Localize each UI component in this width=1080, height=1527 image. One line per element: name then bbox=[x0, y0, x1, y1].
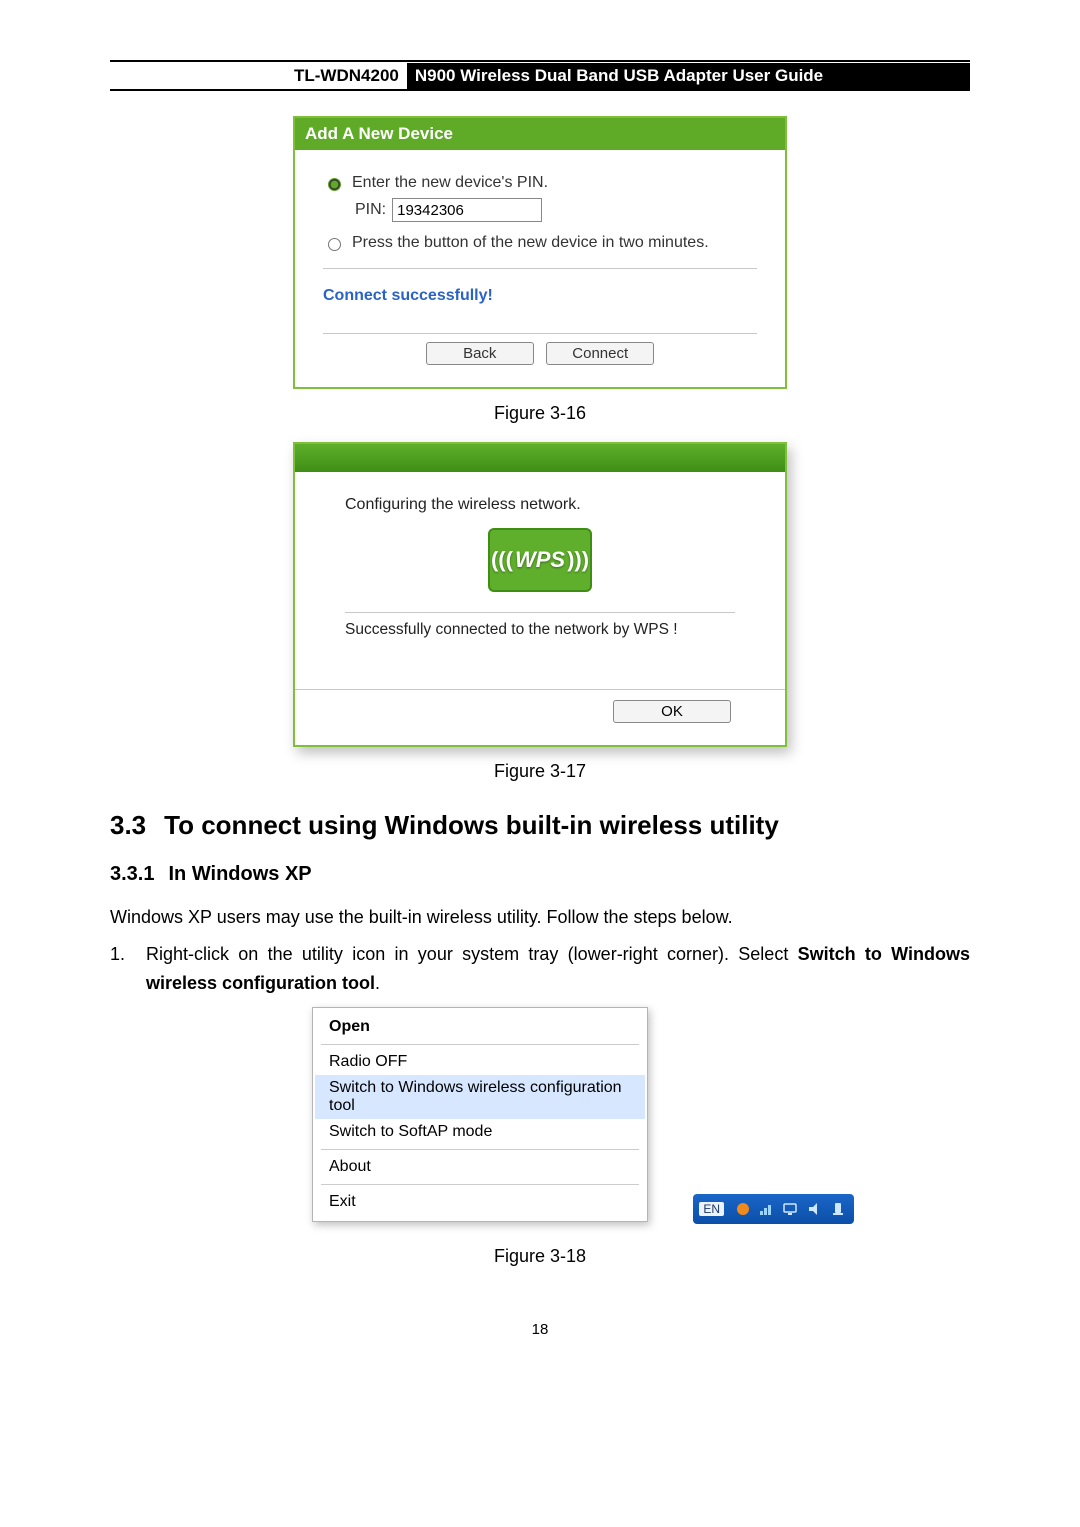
header-model: TL-WDN4200 bbox=[294, 63, 407, 89]
figure-caption: Figure 3-17 bbox=[110, 761, 970, 782]
paragraph: Windows XP users may use the built-in wi… bbox=[110, 904, 970, 932]
section-number: 3.3 bbox=[110, 810, 146, 841]
add-device-dialog: Add A New Device Enter the new device's … bbox=[293, 116, 787, 389]
context-menu: Open Radio OFF Switch to Windows wireles… bbox=[312, 1007, 648, 1222]
radio-enter-pin[interactable]: Enter the new device's PIN. bbox=[323, 174, 757, 192]
pin-label: PIN: bbox=[355, 201, 386, 219]
figure-caption: Figure 3-18 bbox=[110, 1246, 970, 1267]
tray-language-indicator[interactable]: EN bbox=[699, 1202, 724, 1216]
menu-open[interactable]: Open bbox=[315, 1014, 645, 1040]
subsection-heading: 3.3.1 In Windows XP bbox=[110, 863, 970, 886]
menu-about[interactable]: About bbox=[315, 1154, 645, 1180]
tray-signal-icon[interactable] bbox=[758, 1201, 776, 1217]
tray-wireless-icon[interactable] bbox=[830, 1201, 848, 1217]
connect-status: Connect successfully! bbox=[323, 268, 757, 333]
tray-volume-icon[interactable] bbox=[806, 1201, 824, 1217]
list-number: 1. bbox=[110, 940, 146, 998]
menu-radio-off[interactable]: Radio OFF bbox=[315, 1049, 645, 1075]
menu-switch-softap[interactable]: Switch to SoftAP mode bbox=[315, 1119, 645, 1145]
dialog-title: Add A New Device bbox=[295, 118, 785, 150]
page-header: TL-WDN4200 N900 Wireless Dual Band USB A… bbox=[110, 63, 970, 91]
system-tray: EN bbox=[693, 1194, 854, 1224]
radio-press-button[interactable]: Press the button of the new device in tw… bbox=[323, 234, 757, 252]
header-title: N900 Wireless Dual Band USB Adapter User… bbox=[407, 63, 970, 89]
radio-enter-pin-label: Enter the new device's PIN. bbox=[352, 174, 548, 192]
wps-result-dialog: Configuring the wireless network. WPS Su… bbox=[293, 442, 787, 747]
wps-icon: WPS bbox=[488, 528, 592, 592]
section-title: To connect using Windows built-in wirele… bbox=[164, 810, 779, 841]
radio-press-button-label: Press the button of the new device in tw… bbox=[352, 234, 709, 252]
context-menu-figure: Open Radio OFF Switch to Windows wireles… bbox=[312, 1007, 768, 1222]
wps-success-label: Successfully connected to the network by… bbox=[345, 621, 735, 679]
page: TL-WDN4200 N900 Wireless Dual Band USB A… bbox=[0, 0, 1080, 1378]
subsection-number: 3.3.1 bbox=[110, 863, 154, 886]
menu-switch-windows[interactable]: Switch to Windows wireless configuration… bbox=[315, 1075, 645, 1119]
menu-exit[interactable]: Exit bbox=[315, 1189, 645, 1215]
configuring-label: Configuring the wireless network. bbox=[345, 496, 735, 514]
tray-monitor-icon[interactable] bbox=[782, 1201, 800, 1217]
pin-input[interactable] bbox=[392, 198, 542, 222]
figure-caption: Figure 3-16 bbox=[110, 403, 970, 424]
tray-network-icon[interactable] bbox=[734, 1201, 752, 1217]
subsection-title: In Windows XP bbox=[168, 863, 311, 886]
back-button[interactable]: Back bbox=[426, 342, 534, 365]
ok-button[interactable]: OK bbox=[613, 700, 731, 723]
section-heading: 3.3 To connect using Windows built-in wi… bbox=[110, 810, 970, 841]
list-item: 1. Right-click on the utility icon in yo… bbox=[110, 940, 970, 998]
connect-button[interactable]: Connect bbox=[546, 342, 654, 365]
page-number: 18 bbox=[110, 1321, 970, 1338]
